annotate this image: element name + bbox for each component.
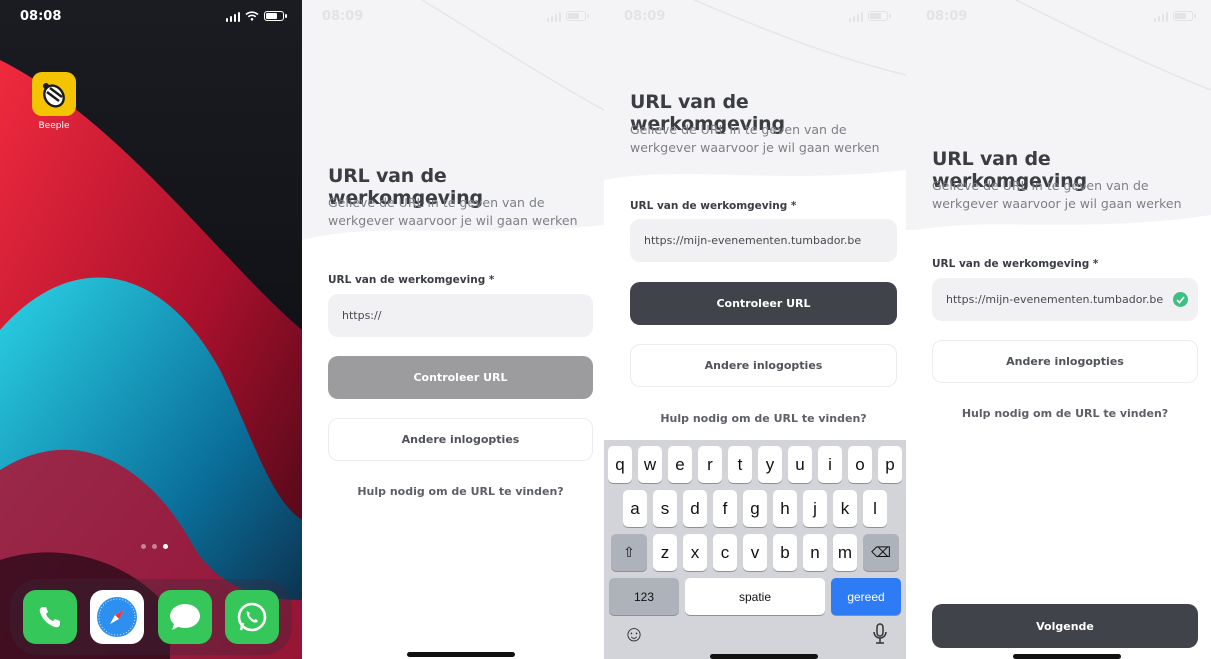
url-field-label: URL van de werkomgeving * (630, 200, 797, 212)
key-g[interactable]: g (743, 490, 767, 527)
url-input-value: https://mijn-evenementen.tumbador.be (946, 293, 1164, 306)
page-subtitle: Gelieve de URL in te geven van de werkge… (630, 122, 880, 155)
home-indicator (710, 654, 818, 659)
url-input[interactable]: https:// (328, 294, 593, 337)
key-f[interactable]: f (713, 490, 737, 527)
url-input-value: https://mijn-evenementen.tumbador.be (644, 234, 862, 247)
key-k[interactable]: k (833, 490, 857, 527)
beeple-app-icon[interactable] (32, 72, 76, 116)
url-input[interactable]: https://mijn-evenementen.tumbador.be (630, 219, 897, 262)
home-indicator (407, 652, 515, 657)
key-n[interactable]: n (803, 534, 827, 571)
key-p[interactable]: p (878, 446, 902, 483)
check-url-button[interactable]: Controleer URL (328, 356, 593, 399)
key-a[interactable]: a (623, 490, 647, 527)
key-i[interactable]: i (818, 446, 842, 483)
key-h[interactable]: h (773, 490, 797, 527)
other-login-button[interactable]: Andere inlogopties (630, 344, 897, 387)
keyboard-row-3: ⇧ z x c v b n m ⌫ (604, 534, 906, 571)
check-url-button[interactable]: Controleer URL (630, 282, 897, 325)
key-v[interactable]: v (743, 534, 767, 571)
beeple-app-label: Beeple (38, 121, 70, 131)
key-o[interactable]: o (848, 446, 872, 483)
url-field-label: URL van de werkomgeving * (328, 274, 495, 286)
emoji-icon[interactable]: ☺ (620, 620, 648, 648)
dock (10, 579, 292, 655)
keyboard-row-4: 123 spatie gereed (604, 578, 906, 615)
keyboard-row-2: a s d f g h j k l (604, 490, 906, 527)
safari-icon[interactable] (90, 590, 145, 644)
key-j[interactable]: j (803, 490, 827, 527)
url-field-label: URL van de werkomgeving * (932, 258, 1099, 270)
key-s[interactable]: s (653, 490, 677, 527)
keyboard-row-1: q w e r t y u i o p (604, 446, 906, 483)
key-d[interactable]: d (683, 490, 707, 527)
help-link[interactable]: Hulp nodig om de URL te vinden? (630, 412, 897, 425)
whatsapp-icon[interactable] (225, 590, 280, 644)
messages-icon[interactable] (157, 590, 212, 644)
check-icon (1173, 292, 1188, 307)
keyboard: q w e r t y u i o p a s d f g h j k l ⇧ … (604, 440, 906, 659)
key-x[interactable]: x (683, 534, 707, 571)
key-z[interactable]: z (653, 534, 677, 571)
page-dots (141, 544, 168, 549)
help-link[interactable]: Hulp nodig om de URL te vinden? (932, 407, 1198, 420)
status-bar: 08:09 (302, 0, 604, 32)
home-screen: 08:08 Beeple (0, 0, 302, 659)
home-indicator (1013, 654, 1121, 659)
numbers-key[interactable]: 123 (609, 578, 679, 615)
key-l[interactable]: l (863, 490, 887, 527)
next-button[interactable]: Volgende (932, 604, 1198, 648)
key-t[interactable]: t (728, 446, 752, 483)
status-bar: 08:08 (0, 0, 302, 32)
shift-key-icon[interactable]: ⇧ (611, 534, 647, 571)
key-q[interactable]: q (608, 446, 632, 483)
page-subtitle: Gelieve de URL in te geven van de werkge… (328, 195, 578, 228)
key-r[interactable]: r (698, 446, 722, 483)
phone-icon[interactable] (22, 590, 77, 644)
key-c[interactable]: c (713, 534, 737, 571)
status-bar: 08:09 (604, 0, 906, 32)
microphone-icon[interactable] (866, 620, 894, 648)
url-input-value: https:// (342, 309, 382, 322)
delete-key-icon[interactable]: ⌫ (863, 534, 899, 571)
other-login-button[interactable]: Andere inlogopties (932, 340, 1198, 383)
other-login-button[interactable]: Andere inlogopties (328, 418, 593, 461)
wifi-icon (245, 11, 259, 21)
status-bar: 08:09 (906, 0, 1211, 32)
status-time: 08:08 (20, 8, 62, 24)
done-key[interactable]: gereed (831, 578, 901, 615)
url-screen-validated: 08:09 URL van de werkomgeving Gelieve de… (906, 0, 1211, 659)
key-w[interactable]: w (638, 446, 662, 483)
space-key[interactable]: spatie (685, 578, 825, 615)
help-link[interactable]: Hulp nodig om de URL te vinden? (328, 485, 593, 498)
battery-icon (264, 11, 287, 21)
key-m[interactable]: m (833, 534, 857, 571)
url-input[interactable]: https://mijn-evenementen.tumbador.be (932, 278, 1198, 321)
url-screen-empty: 08:09 URL van de werkomgeving Gelieve de… (302, 0, 604, 659)
signal-icon (225, 11, 240, 22)
screenshot-strip: 08:08 Beeple 08:09 URL van de werkomgevi… (0, 0, 1211, 659)
key-e[interactable]: e (668, 446, 692, 483)
key-y[interactable]: y (758, 446, 782, 483)
url-screen-typing: 08:09 URL van de werkomgeving Gelieve de… (604, 0, 906, 659)
key-u[interactable]: u (788, 446, 812, 483)
page-subtitle: Gelieve de URL in te geven van de werkge… (932, 178, 1182, 211)
key-b[interactable]: b (773, 534, 797, 571)
